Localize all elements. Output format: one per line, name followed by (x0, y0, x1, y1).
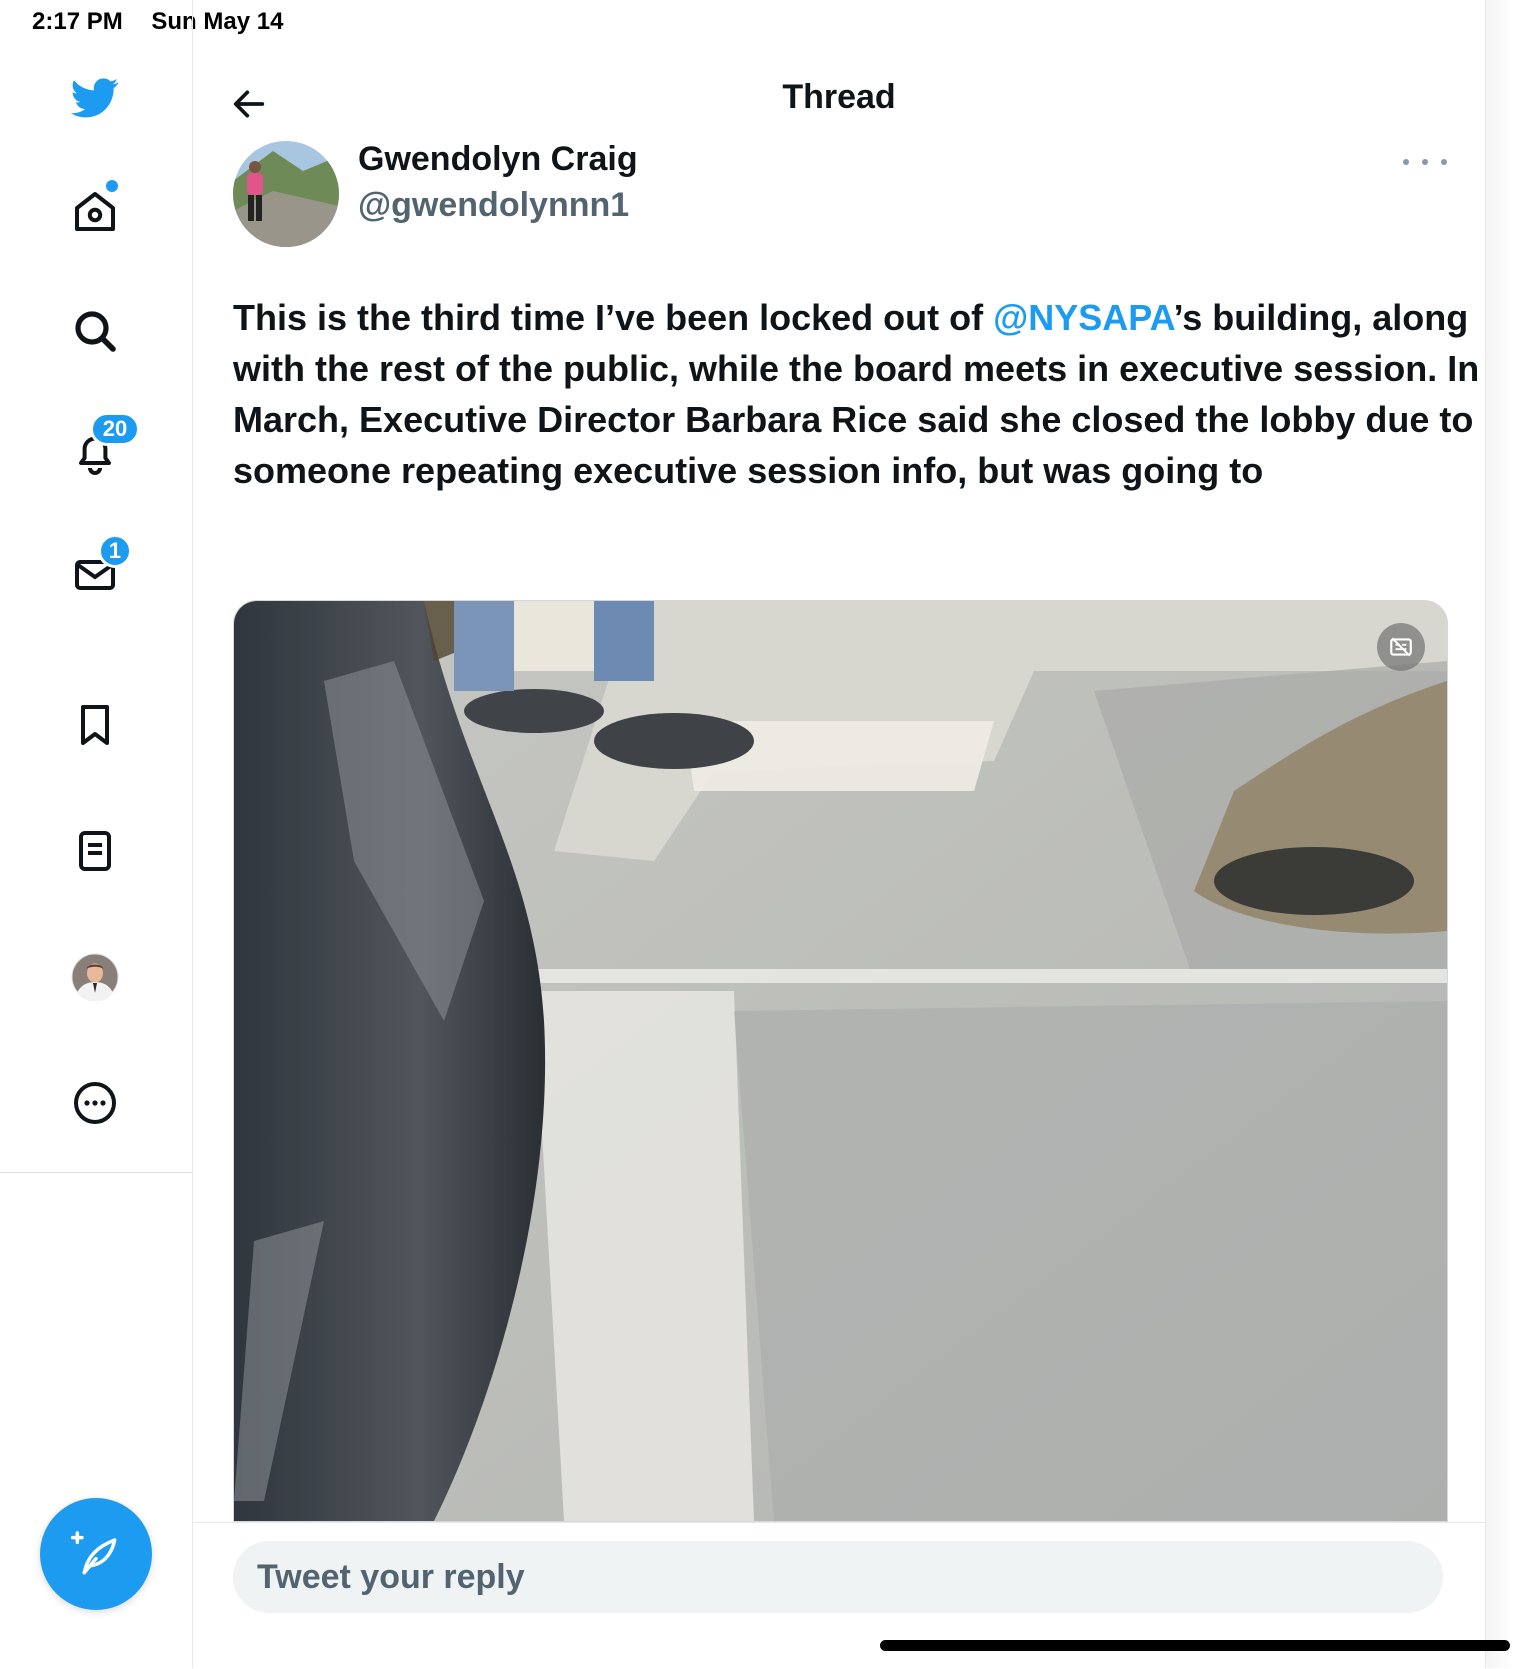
more-dot-icon (1422, 159, 1428, 165)
tweet-more-button[interactable] (1403, 150, 1447, 174)
compose-tweet-icon (70, 1531, 117, 1575)
twitter-logo-icon[interactable] (62, 64, 128, 130)
nav-messages[interactable]: 1 (62, 534, 132, 608)
more-dot-icon (1441, 159, 1447, 165)
nav-profile[interactable] (62, 944, 128, 1010)
tweet-text: This is the third time I’ve been locked … (233, 292, 1483, 496)
nav-lists[interactable] (62, 818, 128, 884)
notifications-badge: 20 (90, 412, 140, 446)
sidebar-divider (0, 1172, 192, 1173)
compose-tweet-button[interactable] (40, 1498, 152, 1610)
avatar (71, 953, 119, 1001)
video-frame (234, 601, 1447, 1521)
tweet-text-part: This is the third time I’ve been locked … (233, 297, 994, 338)
reply-input[interactable] (233, 1541, 1443, 1613)
page-title: Thread (782, 78, 896, 116)
right-edge (1486, 0, 1514, 1668)
author-avatar[interactable] (233, 141, 339, 247)
messages-badge: 1 (98, 534, 132, 568)
nav-home[interactable] (62, 178, 128, 244)
captions-off-icon (1390, 637, 1412, 657)
nav-notifications[interactable]: 20 (62, 412, 140, 486)
more-dot-icon (1403, 159, 1409, 165)
mention-link[interactable]: @NYSAPA (993, 297, 1173, 338)
nav-bookmarks[interactable] (62, 692, 128, 758)
sidebar: 20 1 (0, 0, 193, 1668)
home-indicator[interactable] (880, 1640, 1510, 1651)
home-icon (75, 192, 115, 231)
captions-button[interactable] (1377, 623, 1425, 671)
bookmark-icon (81, 705, 109, 745)
author-handle[interactable]: @gwendolynnn1 (358, 186, 629, 225)
nav-explore[interactable] (62, 298, 128, 364)
more-circle-icon (74, 1082, 116, 1124)
thread-view: Thread Gwendolyn Craig @gwendolynnn1 Thi… (193, 0, 1486, 1669)
author-name[interactable]: Gwendolyn Craig (358, 140, 638, 179)
tweet-video[interactable] (233, 600, 1448, 1522)
search-icon (75, 311, 116, 352)
list-icon (79, 831, 111, 871)
home-notification-dot (106, 180, 118, 192)
nav-more[interactable] (62, 1070, 128, 1136)
